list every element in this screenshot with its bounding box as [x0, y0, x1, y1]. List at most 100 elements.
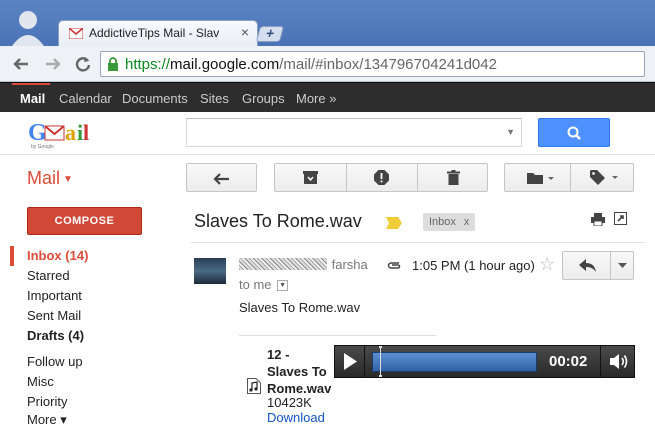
reply-button-group [562, 251, 634, 280]
svg-text:a: a [65, 120, 76, 145]
mail-menu-label: Mail [27, 168, 61, 188]
mail-menu[interactable]: Mail ▼ [27, 168, 73, 189]
message-body: Slaves To Rome.wav [239, 300, 361, 315]
attachment-name-line: 12 - [267, 347, 290, 362]
attachment-name-line: Slaves To [267, 364, 327, 379]
message-subject: Slaves To Rome.wav [194, 211, 362, 231]
compose-button[interactable]: COMPOSE [27, 207, 142, 235]
sender-name: farsha [331, 257, 368, 272]
browser-titlebar: AddictiveTips Mail - Slaves × + [0, 0, 655, 46]
nav-item-inbox[interactable]: Inbox (14) [10, 246, 180, 266]
forward-button[interactable] [42, 53, 64, 75]
search-input[interactable]: ▼ [186, 118, 522, 147]
audio-player: 00:02 [334, 345, 635, 378]
nav-item-more[interactable]: More ▾ [10, 410, 180, 430]
search-button[interactable] [538, 118, 610, 147]
mail-folder-list: Inbox (14) Starred Important Sent Mail D… [10, 246, 180, 430]
url-host: mail.google.com [170, 56, 280, 73]
labels-button[interactable] [571, 164, 634, 191]
lock-icon [108, 57, 118, 71]
search-options-dropdown-icon[interactable]: ▼ [506, 127, 515, 137]
google-bar: Mail Calendar Documents Sites Groups Mor… [0, 82, 655, 112]
gmail-logo[interactable]: G a i l by Google [28, 118, 108, 152]
play-icon [344, 353, 357, 370]
attachment-paperclip-icon [387, 262, 401, 269]
reload-icon [75, 57, 91, 72]
back-arrow-icon [213, 173, 229, 185]
nav-item-follow-up[interactable]: Follow up [10, 352, 180, 372]
svg-text:by Google: by Google [31, 144, 54, 150]
audio-file-icon [247, 378, 261, 394]
nav-item-sent[interactable]: Sent Mail [10, 306, 180, 326]
label-text: Inbox [429, 216, 456, 228]
label-tag-icon [590, 170, 618, 185]
nav-item-priority[interactable]: Priority [10, 392, 180, 412]
download-link[interactable]: Download [267, 410, 325, 425]
back-arrow-icon [13, 58, 28, 70]
nav-item-important[interactable]: Important [10, 286, 180, 306]
subject-divider [190, 242, 645, 243]
gbar-more[interactable]: More » [296, 91, 336, 106]
gmail-favicon-icon [69, 28, 83, 39]
delete-button[interactable] [418, 164, 488, 191]
back-to-inbox-button[interactable] [186, 163, 257, 192]
address-bar[interactable]: https://mail.google.com/mail/#inbox/1347… [100, 51, 645, 77]
seek-bar[interactable] [372, 352, 537, 372]
gmail-logo-icon: G a i l by Google [28, 120, 89, 150]
play-button[interactable] [335, 346, 365, 377]
volume-icon [610, 354, 628, 369]
star-icon[interactable]: ☆ [539, 254, 555, 275]
remove-label-button[interactable]: x [464, 216, 470, 228]
new-tab-button[interactable]: + [255, 25, 285, 42]
seek-thumb-icon[interactable] [378, 346, 382, 377]
gbar-groups[interactable]: Groups [242, 91, 285, 106]
archive-button[interactable] [275, 164, 346, 191]
nav-item-drafts[interactable]: Drafts (4) [10, 326, 180, 346]
attachment-size: 10423K [267, 395, 312, 410]
folder-icon [527, 173, 554, 184]
sender-avatar [194, 258, 226, 284]
gbar-documents[interactable]: Documents [122, 91, 188, 106]
recipient-text: to me [239, 277, 272, 292]
importance-marker-icon[interactable] [386, 217, 402, 229]
more-actions-button[interactable] [612, 252, 633, 279]
volume-button[interactable] [600, 346, 634, 377]
active-accent [12, 83, 50, 85]
move-label-group [504, 163, 634, 192]
report-spam-button[interactable] [347, 164, 417, 191]
reload-button[interactable] [72, 53, 94, 75]
tab-close-button[interactable]: × [241, 24, 249, 40]
nav-item-starred[interactable]: Starred [10, 266, 180, 286]
show-details-dropdown[interactable]: ▼ [277, 280, 289, 292]
url-text: https://mail.google.com/mail/#inbox/1347… [125, 56, 497, 73]
back-button[interactable] [10, 53, 32, 75]
spam-warning-icon [374, 170, 389, 185]
gbar-calendar[interactable]: Calendar [59, 91, 112, 106]
print-icon[interactable] [591, 213, 605, 226]
recipient-line: to me ▼ [239, 277, 289, 292]
action-button-group [274, 163, 488, 192]
new-window-icon[interactable] [614, 212, 627, 225]
archive-icon [303, 171, 318, 184]
reply-button[interactable] [563, 252, 611, 279]
nav-item-misc[interactable]: Misc [10, 372, 180, 392]
svg-text:l: l [83, 120, 89, 145]
move-to-button[interactable] [505, 164, 570, 191]
url-path: /mail/#inbox/134796704241d042 [279, 56, 497, 73]
elapsed-time: 00:02 [549, 353, 588, 370]
browser-tab-gmail[interactable]: AddictiveTips Mail - Slaves × [58, 20, 258, 46]
attachment-name: 12 - Slaves To Rome.wav [267, 346, 331, 397]
message-time: 1:05 PM (1 hour ago) [412, 258, 535, 273]
chevron-down-icon: ▼ [63, 173, 73, 185]
trash-icon [447, 170, 460, 185]
inbox-label-chip: Inbox x [423, 213, 476, 231]
forward-arrow-icon [46, 58, 61, 70]
sender-info[interactable]: farsha [239, 257, 368, 272]
attachment-separator [239, 335, 436, 336]
redacted-sender-name [239, 258, 327, 270]
profile-avatar-icon[interactable] [8, 6, 48, 46]
browser-toolbar: https://mail.google.com/mail/#inbox/1347… [0, 46, 655, 82]
gbar-mail[interactable]: Mail [20, 91, 45, 106]
gbar-sites[interactable]: Sites [200, 91, 229, 106]
chevron-down-icon [618, 263, 627, 268]
